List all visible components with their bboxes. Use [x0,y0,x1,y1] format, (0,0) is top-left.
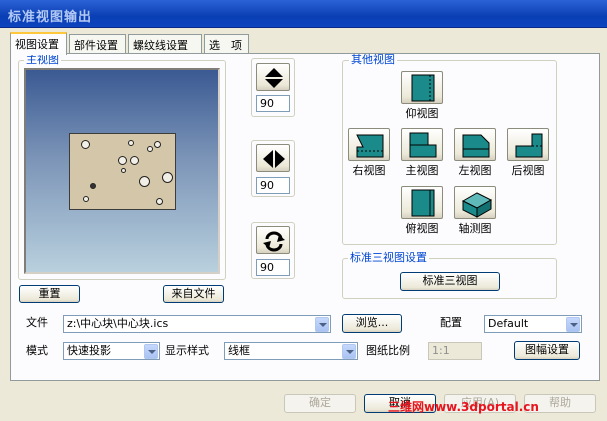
display-style-combo[interactable]: 线框 [224,342,358,360]
frame-settings-button[interactable]: 图幅设置 [514,341,580,360]
rotate-button[interactable] [256,226,290,254]
top-view-label: 俯视图 [405,222,439,235]
bottom-view-icon [411,74,435,102]
hole [154,141,161,148]
vertical-angle-input[interactable]: 90 [256,95,290,112]
part-preview [69,133,176,210]
hole [118,156,127,165]
bottom-view-label: 仰视图 [405,107,439,120]
file-label: 文件 [26,316,48,329]
std-three-view-button[interactable]: 标准三视图 [400,272,500,291]
hole [139,176,150,187]
left-view-icon [462,134,490,158]
rotate-angle-input[interactable]: 90 [256,259,290,276]
chevron-down-icon[interactable] [342,344,356,359]
chevron-down-icon[interactable] [315,317,329,332]
right-view-icon [356,134,384,158]
top-view-icon [411,189,435,217]
tab-options[interactable]: 选 项 [204,34,249,54]
flip-horizontal-button[interactable] [256,144,290,172]
tab-thread-settings[interactable]: 螺纹线设置 [128,34,202,54]
hole [162,172,173,183]
hole [90,183,96,189]
back-view-icon [515,133,543,158]
tab-view-settings[interactable]: 视图设置 [10,32,67,55]
file-combo[interactable]: z:\中心块\中心块.ics [63,315,331,333]
iso-view-label: 轴测图 [458,222,492,235]
right-view-button[interactable] [348,128,390,161]
isometric-view-icon [461,192,493,218]
hole [83,196,89,202]
hole [130,156,139,165]
up-down-arrow-icon [265,68,283,88]
chevron-down-icon[interactable] [144,344,158,359]
chevron-down-icon[interactable] [566,317,580,332]
hole [147,146,153,152]
rotate-icon [263,231,285,252]
front-view-icon [409,132,437,158]
left-right-arrow-icon [263,150,285,168]
scale-input[interactable]: 1:1 [428,342,482,360]
other-views-legend: 其他视图 [349,53,397,66]
config-combo[interactable]: Default [484,315,582,333]
iso-view-button[interactable] [454,186,496,219]
horizontal-angle-input[interactable]: 90 [256,177,290,194]
watermark: 三维网www.3dportal.cn [388,400,539,414]
file-path: z:\中心块\中心块.ics [67,317,169,330]
tab-part-settings[interactable]: 部件设置 [69,34,126,54]
config-label: 配置 [440,316,462,329]
display-style-label: 显示样式 [165,344,209,357]
main-view-legend: 主视图 [24,53,61,66]
hole [81,140,90,149]
ok-button[interactable]: 确定 [284,394,356,413]
std-three-view-legend: 标准三视图设置 [348,251,429,264]
reset-button[interactable]: 重置 [19,285,80,303]
right-view-label: 右视图 [352,164,386,177]
hole [121,168,126,173]
mode-label: 模式 [26,344,48,357]
window-title: 标准视图输出 [8,10,93,25]
hole [156,198,163,205]
scale-label: 图纸比例 [366,344,410,357]
top-view-button[interactable] [401,186,443,219]
mode-combo[interactable]: 快速投影 [63,342,160,360]
from-file-button[interactable]: 来自文件 [163,285,224,303]
title-bar: 标准视图输出 [0,0,607,28]
flip-vertical-button[interactable] [256,63,290,91]
front-view-label: 主视图 [405,164,439,177]
front-view-button[interactable] [401,128,443,161]
browse-button[interactable]: 浏览... [342,314,402,333]
left-view-button[interactable] [454,128,496,161]
hole [128,140,134,146]
left-view-label: 左视图 [458,164,492,177]
display-style-value: 线框 [228,344,250,357]
back-view-label: 后视图 [511,164,545,177]
mode-value: 快速投影 [67,344,111,357]
config-value: Default [488,317,529,330]
back-view-button[interactable] [507,128,549,161]
bottom-view-button[interactable] [401,71,443,104]
